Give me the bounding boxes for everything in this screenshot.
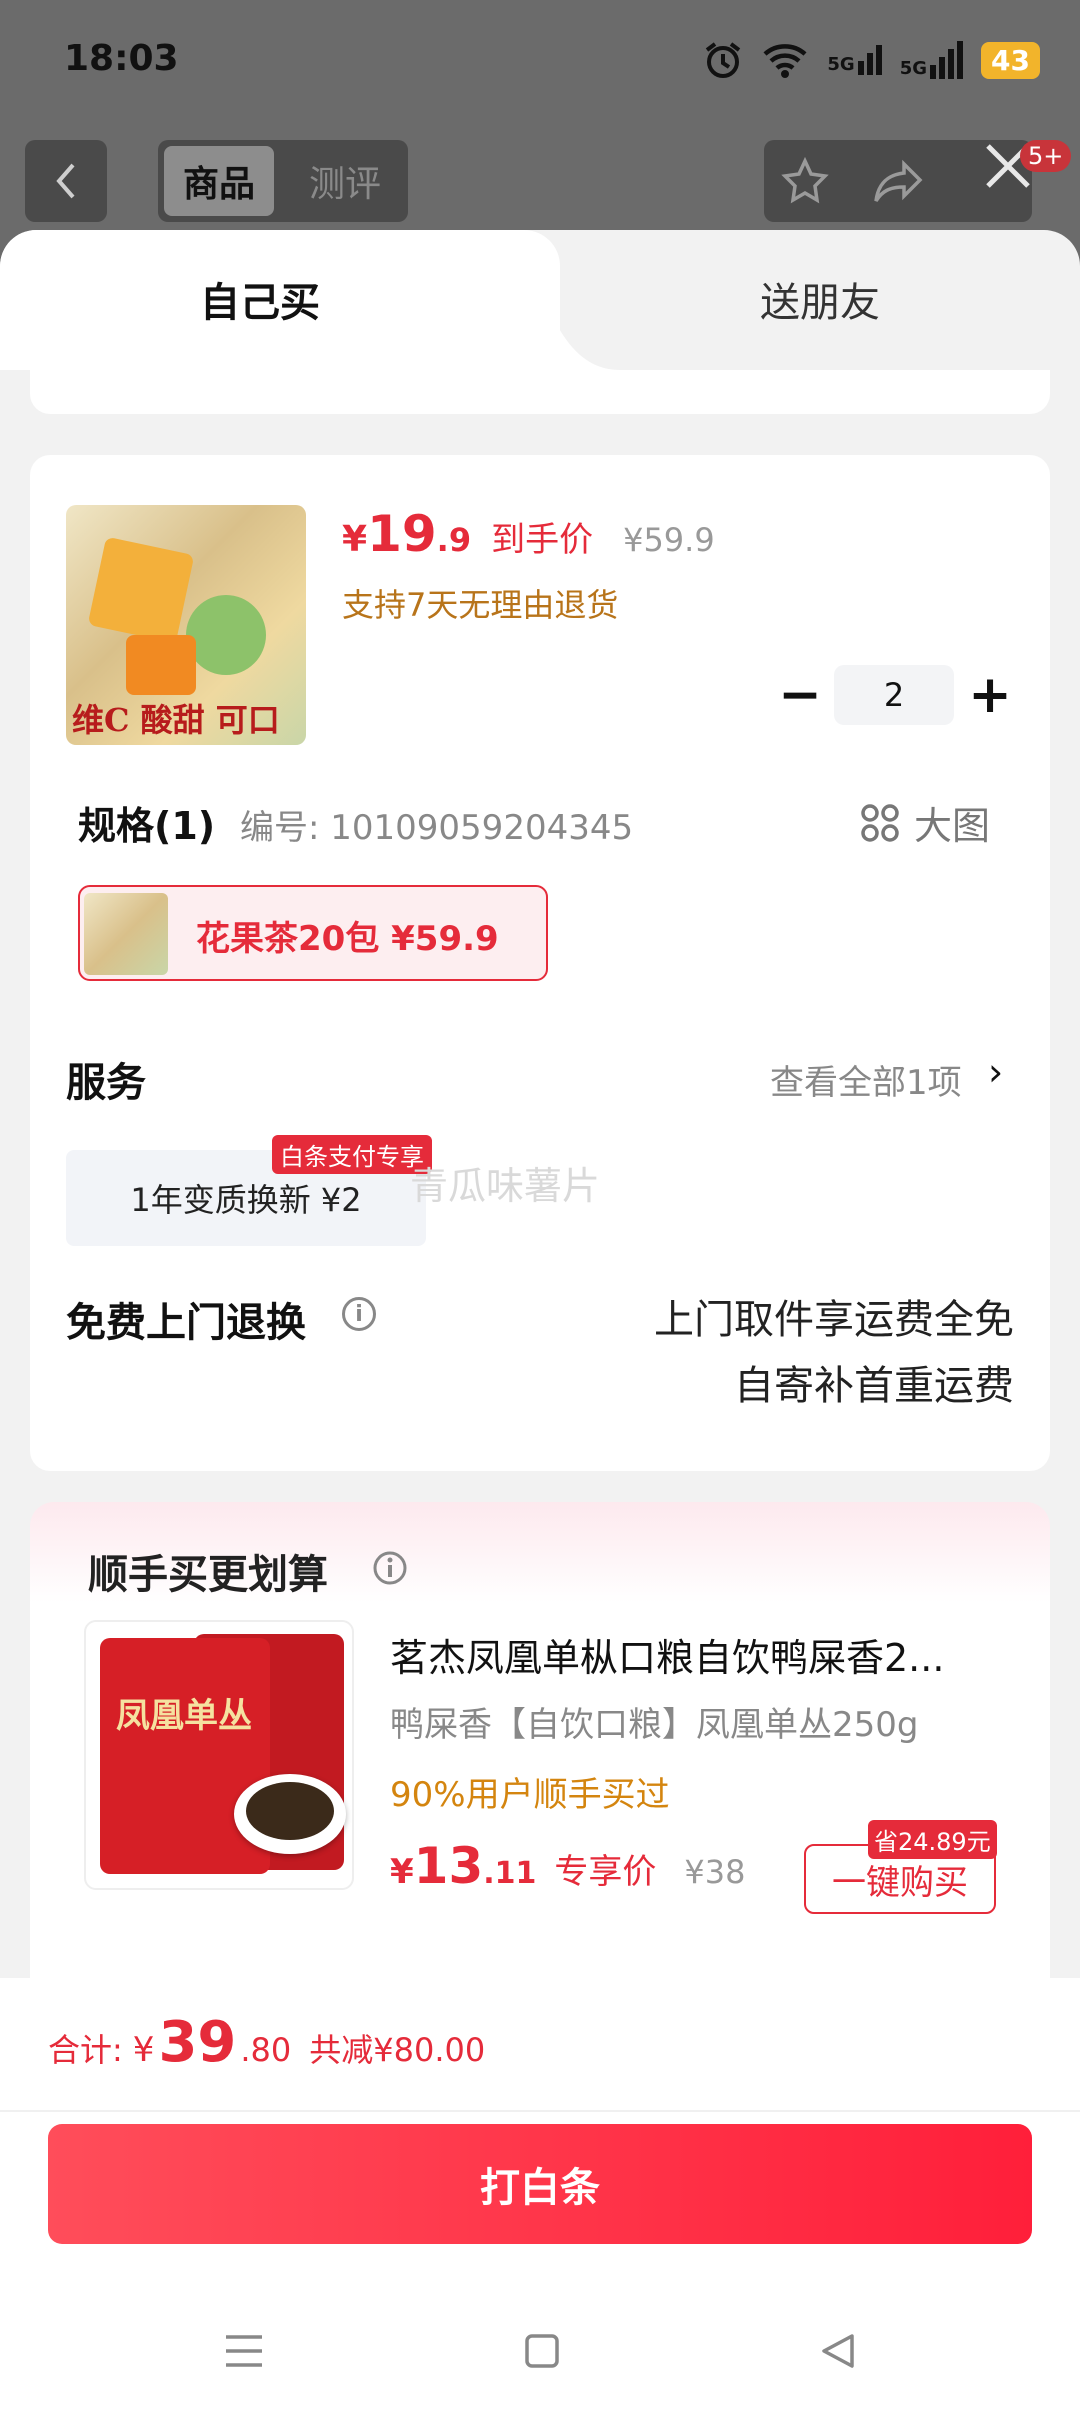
spec-title: 规格(1)	[78, 804, 216, 848]
home-icon[interactable]	[524, 2333, 560, 2369]
addon-image-text: 凤凰单丛	[116, 1696, 252, 1736]
spec-option-selected[interactable]: 花果茶20包 ¥59.9	[78, 885, 548, 981]
total-decimal: .80	[240, 2031, 292, 2069]
quantity-input[interactable]: 2	[834, 665, 954, 725]
product-price: ¥19.9 到手价 ¥59.9	[342, 505, 715, 563]
menu-icon[interactable]	[224, 2333, 264, 2369]
spec-option-thumb	[84, 893, 168, 975]
price-tag: 到手价	[491, 520, 594, 560]
addon-original-price: ¥38	[684, 1853, 746, 1891]
tab-review[interactable]: 测评	[290, 146, 400, 216]
info-icon[interactable]	[372, 1550, 408, 1586]
system-nav-bar	[0, 2290, 1080, 2412]
total-currency: ¥	[132, 2030, 155, 2070]
signal-5g-1-icon: 5G	[827, 45, 882, 75]
status-time: 18:03	[64, 38, 179, 79]
status-icons: 5G 5G 43	[703, 36, 1040, 84]
back-icon[interactable]	[820, 2333, 856, 2369]
service-badge: 白条支付专享	[272, 1135, 432, 1174]
alarm-icon	[706, 42, 741, 78]
original-price: ¥59.9	[623, 521, 715, 559]
chevron-right-icon[interactable]: ›	[988, 1050, 1003, 1094]
notification-badge: 5+	[1020, 140, 1072, 172]
tab-self-buy[interactable]: 自己买	[0, 270, 520, 328]
divider	[0, 2110, 1080, 2112]
addon-price: ¥13.11 专享价 ¥38	[390, 1837, 746, 1895]
spec-option-label: 花果茶20包 ¥59.9	[196, 919, 499, 959]
price-integer: 19	[367, 505, 437, 563]
price-currency: ¥	[342, 519, 368, 560]
addon-hot-text: 90%用户顺手买过	[390, 1775, 670, 1815]
big-image-label: 大图	[914, 804, 991, 848]
back-button[interactable]	[25, 140, 107, 222]
share-icon[interactable]	[872, 156, 926, 206]
chevron-left-icon	[56, 163, 75, 199]
addon-product-sku: 鸭屎香【自饮口粮】凤凰单丛250g	[390, 1705, 919, 1745]
wifi-icon	[763, 44, 807, 78]
signal-5g-2-icon: 5G	[900, 41, 964, 79]
addon-price-tag: 专享价	[554, 1852, 657, 1892]
addon-save-badge: 省24.89元	[868, 1820, 997, 1859]
total-savings: 共减¥80.00	[309, 2031, 486, 2069]
total-label: 合计:	[48, 2031, 123, 2069]
return-policy: 支持7天无理由退货	[342, 586, 619, 624]
collapsed-section	[30, 370, 1050, 414]
addon-product-name[interactable]: 茗杰凤凰单枞口粮自饮鸭屎香2...	[390, 1627, 1020, 1682]
total-summary: 合计: ¥ 39 .80 共减¥80.00	[48, 2010, 485, 2075]
addon-product-image[interactable]: 凤凰单丛	[84, 1620, 354, 1890]
pay-baitiao-button[interactable]: 打白条	[48, 2124, 1032, 2244]
product-image: 维C 酸甜 可口	[66, 505, 306, 745]
star-icon[interactable]	[780, 156, 830, 206]
battery-icon: 43	[981, 41, 1040, 79]
addon-price-integer: 13	[413, 1837, 484, 1895]
addon-title: 顺手买更划算	[88, 1552, 328, 1598]
info-icon[interactable]: i	[342, 1297, 376, 1331]
big-image-button[interactable]: 大图	[860, 795, 990, 850]
addon-price-decimal: .11	[483, 1856, 537, 1891]
free-return-title: 免费上门退换	[66, 1300, 306, 1346]
free-return-line1: 上门取件享运费全免	[654, 1297, 1014, 1343]
addon-price-currency: ¥	[390, 1852, 414, 1892]
price-decimal: .9	[436, 521, 472, 559]
tab-gift-friend[interactable]: 送朋友	[600, 270, 1040, 328]
spec-code: 编号: 10109059204345	[240, 808, 634, 848]
tab-goods[interactable]: 商品	[164, 146, 274, 216]
product-card: 维C 酸甜 可口 ¥19.9 到手价 ¥59.9 支持7天无理由退货 − 2 +…	[30, 455, 1050, 1471]
free-return-line2: 自寄补首重运费	[734, 1363, 1014, 1409]
total-integer: 39	[158, 2010, 237, 2075]
quantity-decrease-button[interactable]: −	[770, 665, 830, 725]
service-title: 服务	[66, 1060, 146, 1106]
grid-icon	[861, 803, 899, 842]
quantity-increase-button[interactable]: +	[960, 665, 1020, 725]
service-view-all[interactable]: 查看全部1项	[770, 1055, 962, 1104]
watermark: 青瓜味薯片	[410, 1164, 601, 1208]
status-bar: 18:03 5G 5G 43	[0, 0, 1080, 125]
product-image-text: 维C 酸甜 可口	[72, 701, 280, 739]
